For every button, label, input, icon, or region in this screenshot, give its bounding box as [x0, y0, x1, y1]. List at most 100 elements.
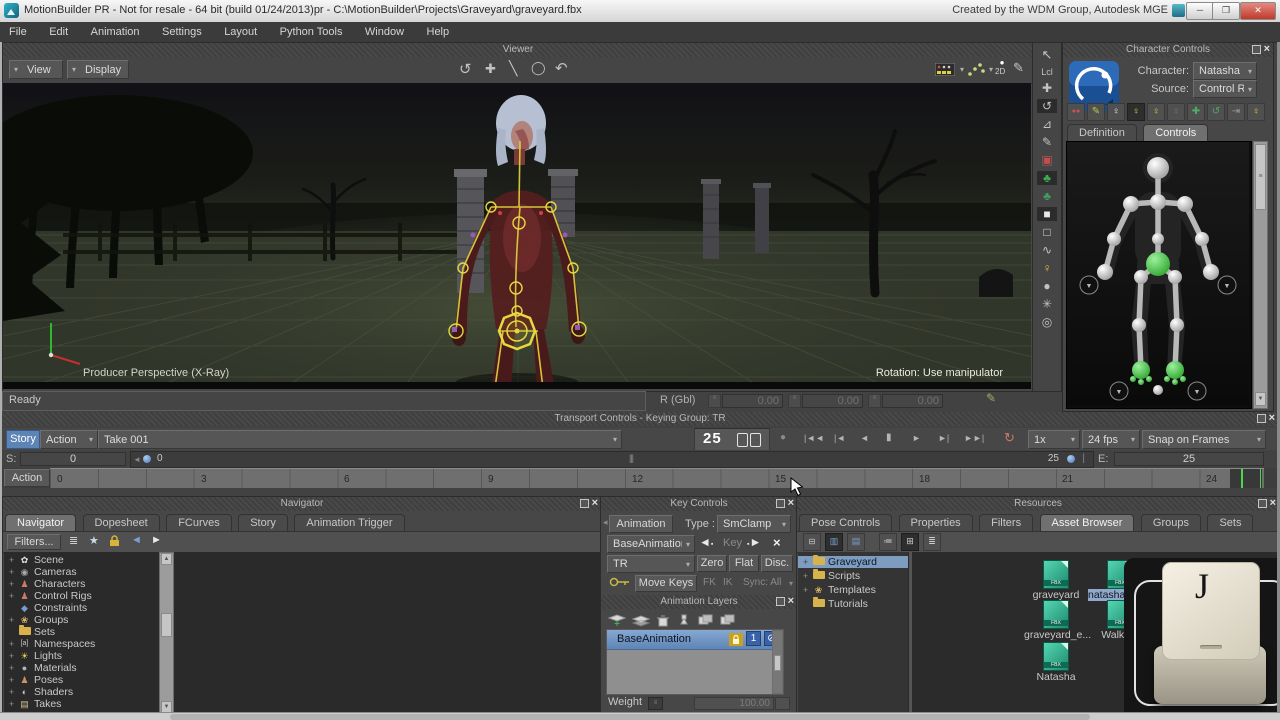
rig-view[interactable]: ▼▼ ▼▼	[1066, 141, 1252, 409]
minimize-button[interactable]: ─	[1186, 2, 1214, 20]
tab-sets[interactable]: Sets	[1207, 514, 1253, 532]
horizontal-scrollbar[interactable]	[0, 712, 1280, 720]
dock-icon[interactable]	[776, 597, 785, 606]
keyboard-icon[interactable]	[935, 63, 955, 76]
start-value-field[interactable]: 0	[20, 452, 126, 466]
orbit-tool-icon[interactable]: ↺	[459, 60, 472, 78]
character-select[interactable]: Natasha▾	[1193, 62, 1257, 80]
snap-select[interactable]: Snap on Frames▾	[1142, 430, 1266, 449]
list-options-icon[interactable]: ≣	[69, 534, 78, 547]
maximize-button[interactable]: ❒	[1212, 2, 1240, 20]
split-view-icon[interactable]: ▥	[825, 533, 843, 551]
timeline-slider[interactable]: ◄ 0 ||| 25 |	[130, 451, 1094, 468]
key-curve-icon[interactable]	[967, 61, 985, 77]
pen-edit-icon[interactable]: ✎	[1042, 135, 1052, 149]
asset-natasha[interactable]: Natasha	[1024, 642, 1088, 683]
dock-icon[interactable]	[776, 499, 785, 508]
goto-start-button[interactable]: |◄◄	[804, 433, 824, 443]
cube-primitive-icon-2[interactable]: □	[1043, 225, 1050, 239]
frame-display[interactable]: 25	[694, 428, 770, 451]
character-panel-scrollbar[interactable]: ≡ ▼	[1253, 141, 1268, 409]
fps-select[interactable]: 24 fps▾	[1082, 430, 1140, 449]
dock-icon[interactable]	[1257, 414, 1266, 423]
key-button[interactable]: Key	[723, 537, 742, 549]
prev-key-button[interactable]: |◄	[834, 433, 845, 443]
tab-pose-controls[interactable]: Pose Controls	[799, 514, 892, 532]
forward-arrow-icon[interactable]: ►	[151, 534, 162, 546]
pin-translate-icon[interactable]: ✚	[1187, 103, 1205, 121]
rotate-tool-icon[interactable]: ↺	[1037, 99, 1057, 113]
snowflake-icon[interactable]: ✳	[1042, 297, 1052, 311]
menu-animation[interactable]: Animation	[82, 22, 149, 42]
curve-primitive-icon[interactable]: ∿	[1042, 243, 1052, 257]
navigator-scrollbar[interactable]: ▲ ▼	[159, 552, 174, 712]
tree-item-takes[interactable]: +▤Takes	[4, 698, 600, 710]
sphere-primitive-icon[interactable]: ●	[1043, 279, 1050, 293]
tree-item-scene[interactable]: +✿Scene	[4, 554, 600, 566]
tree-view-icon[interactable]: ⊟	[803, 533, 821, 551]
menu-layout[interactable]: Layout	[215, 22, 266, 42]
tree-item-graveyard[interactable]: +Graveyard	[798, 556, 908, 568]
tree-item-shaders[interactable]: +◐Shaders	[4, 686, 600, 698]
tree-item-characters[interactable]: +♟Characters	[4, 578, 600, 590]
asset-graveyard[interactable]: graveyard	[1024, 560, 1088, 601]
tab-controls[interactable]: Controls	[1143, 124, 1208, 142]
scale-tool-icon-2[interactable]: ⊿	[1042, 117, 1052, 131]
tr-select[interactable]: TR▾	[607, 555, 695, 573]
tab-properties[interactable]: Properties	[899, 514, 973, 532]
menu-help[interactable]: Help	[418, 22, 459, 42]
rx-value[interactable]: 0.00	[722, 394, 783, 408]
select-tool-icon[interactable]: ↖	[1042, 47, 1053, 63]
rx-slider-icon[interactable]: ≡	[708, 394, 721, 408]
marker-tool-icon[interactable]: ▣	[1041, 153, 1052, 167]
tree-item-cameras[interactable]: +◉Cameras	[4, 566, 600, 578]
pin-rotate-icon[interactable]: ↺	[1207, 103, 1225, 121]
key-dots-icon[interactable]: ●●	[1067, 103, 1085, 121]
prev-key-arrow[interactable]: ◄▪	[699, 535, 713, 549]
display-menu-button[interactable]: ▾Display	[67, 60, 129, 79]
next-key-arrow[interactable]: ▪►	[747, 535, 761, 549]
tree-item-materials[interactable]: +●Materials	[4, 662, 600, 674]
tab-asset-browser[interactable]: Asset Browser	[1040, 514, 1135, 532]
current-frame-marker[interactable]	[1230, 469, 1262, 488]
ry-slider-icon[interactable]: ≡	[788, 394, 801, 408]
scale-tool-icon[interactable]: ╲	[509, 60, 517, 77]
thumb-view-icon[interactable]: ⊞	[901, 533, 919, 551]
move-keys-button[interactable]: Move Keys	[635, 575, 697, 592]
dock-icon[interactable]	[1252, 45, 1261, 54]
slider-center-handle[interactable]: |||	[629, 453, 633, 463]
tab-dopesheet[interactable]: Dopesheet	[83, 514, 160, 532]
zero-button[interactable]: Zero	[697, 555, 727, 572]
cube-primitive-icon[interactable]: ■	[1037, 207, 1057, 221]
source-select[interactable]: Control Rig▾	[1193, 80, 1257, 98]
collapse-arrow-icon[interactable]: ◂	[603, 517, 608, 528]
menu-file[interactable]: File	[0, 22, 36, 42]
type-select[interactable]: SmClamp▾	[717, 515, 791, 533]
play-button[interactable]: ►	[912, 433, 921, 443]
pen-tool-icon[interactable]: ✎	[1013, 60, 1024, 76]
tab-groups[interactable]: Groups	[1141, 514, 1201, 532]
menu-edit[interactable]: Edit	[40, 22, 77, 42]
slider-handle-right[interactable]	[1067, 455, 1075, 463]
ik-button[interactable]: IK	[723, 577, 732, 588]
key-link-icon[interactable]	[609, 576, 631, 588]
sync-button[interactable]: Sync: All	[743, 577, 781, 588]
figure-white-icon[interactable]: ♀	[1107, 103, 1125, 121]
tab-definition[interactable]: Definition	[1067, 124, 1137, 142]
flat-button[interactable]: Flat	[729, 555, 759, 572]
close-button[interactable]: ✕	[1240, 2, 1276, 20]
figure-disabled-icon[interactable]: ♀	[1167, 103, 1185, 121]
tab-navigator[interactable]: Navigator	[5, 514, 76, 532]
tree-item-namespaces[interactable]: +[a]Namespaces	[4, 638, 600, 650]
rz-value[interactable]: 0.00	[882, 394, 943, 408]
weight-end-box[interactable]	[775, 697, 790, 710]
lcl-mode-button[interactable]: Lcl	[1041, 67, 1053, 77]
close-icon[interactable]: ×	[1269, 414, 1275, 423]
weight-slider-icon[interactable]: ≡	[648, 697, 663, 710]
action-mode-select[interactable]: Action▾	[40, 430, 98, 449]
skeleton-icon[interactable]: ♀	[1043, 261, 1052, 275]
viewport-3d[interactable]: Producer Perspective (X-Ray) Rotation: U…	[3, 83, 1031, 389]
layers-scrollbar[interactable]	[772, 630, 783, 694]
back-arrow-icon[interactable]: ◄	[131, 534, 142, 546]
arc-tool-icon[interactable]: ↶	[555, 59, 568, 77]
